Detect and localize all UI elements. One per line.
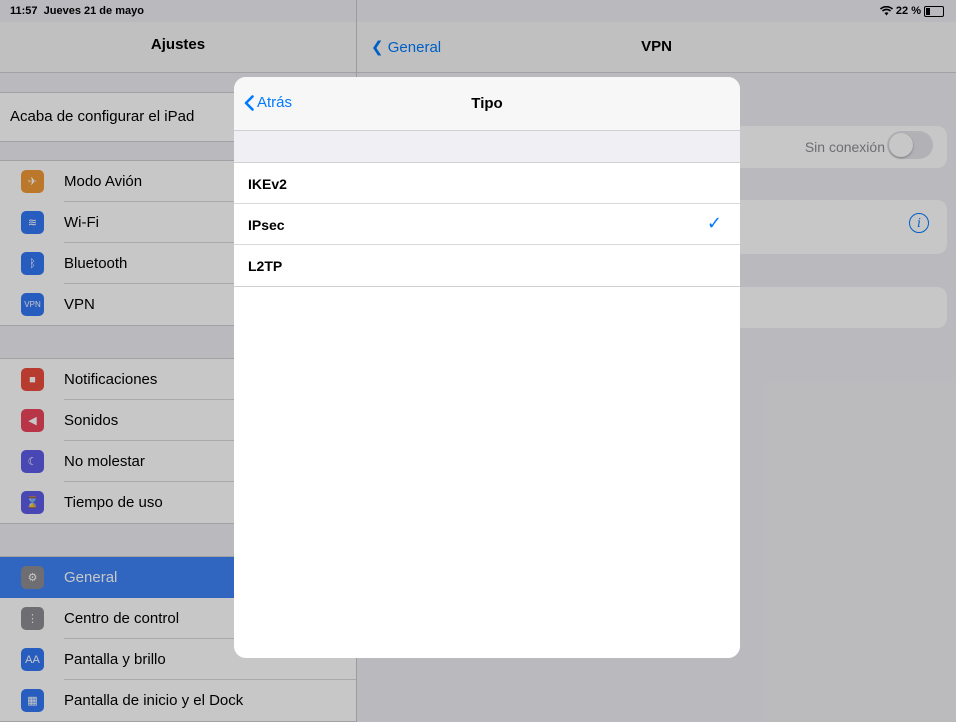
checkmark-icon: ✓ xyxy=(706,213,722,233)
modal-header: Atrás Tipo xyxy=(234,77,740,131)
option-label: IPsec xyxy=(248,217,285,233)
status-bar: 11:57 Jueves 21 de mayo 22 % xyxy=(0,0,956,22)
vpn-type-modal: Atrás Tipo IKEv2 IPsec ✓ L2TP xyxy=(234,77,740,658)
status-time: 11:57 Jueves 21 de mayo xyxy=(10,5,144,17)
battery-icon xyxy=(924,5,944,17)
battery-percent: 22 % xyxy=(895,5,921,17)
option-label: L2TP xyxy=(248,258,283,274)
status-right: 22 % xyxy=(879,5,944,17)
option-label: IKEv2 xyxy=(248,176,287,192)
modal-body xyxy=(234,287,740,658)
modal-title: Tipo xyxy=(471,95,503,112)
screen: Ajustes Acaba de configurar el iPad ✈ Mod… xyxy=(0,0,956,722)
vpn-type-option-l2tp[interactable]: L2TP xyxy=(234,245,740,286)
vpn-type-option-ikev2[interactable]: IKEv2 xyxy=(234,163,740,204)
vpn-type-list: IKEv2 IPsec ✓ L2TP xyxy=(234,162,740,287)
vpn-type-option-ipsec[interactable]: IPsec ✓ xyxy=(234,204,740,245)
wifi-icon xyxy=(879,6,893,16)
